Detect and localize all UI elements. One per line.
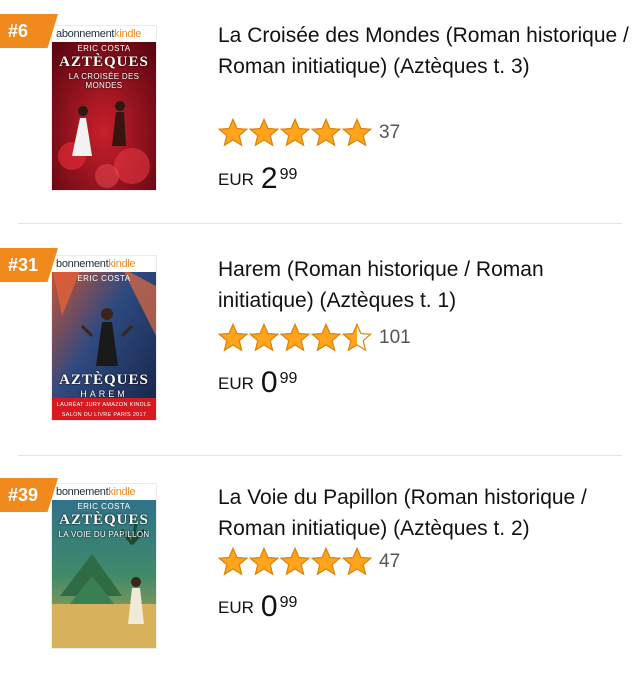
star-full-icon <box>249 547 279 576</box>
book-list-item[interactable]: #31 bonnementkindle ERIC COSTA AZTÈQUES … <box>0 230 640 455</box>
star-full-icon <box>311 547 341 576</box>
star-full-icon <box>311 118 341 147</box>
price-fraction: 99 <box>279 594 298 611</box>
star-rating <box>218 323 373 353</box>
price: EUR 0 99 <box>218 366 297 400</box>
divider <box>18 223 622 224</box>
cover-series: AZTÈQUES <box>59 54 149 70</box>
star-full-icon <box>218 323 248 352</box>
star-full-icon <box>218 547 248 576</box>
cover-subtitle: LA VOIE DU PAPILLON <box>58 530 150 539</box>
ku-brand: kindle <box>108 258 136 270</box>
ku-prefix: bonnement <box>56 258 109 270</box>
star-rating <box>218 118 373 148</box>
kindle-unlimited-banner: bonnementkindle <box>52 484 156 500</box>
price-whole: 0 <box>260 590 278 623</box>
price-fraction: 99 <box>279 370 298 387</box>
price: EUR 0 99 <box>218 590 297 624</box>
price-currency: EUR <box>218 374 254 393</box>
rating-row[interactable]: 47 <box>218 546 400 578</box>
cover-author: ERIC COSTA <box>77 44 131 53</box>
book-list-item[interactable]: #39 bonnementkindle ERIC COSTA AZTÈQUES … <box>0 460 640 685</box>
price-currency: EUR <box>218 170 254 189</box>
book-cover[interactable]: bonnementkindle ERIC COSTA AZTÈQUES LA V… <box>52 484 156 648</box>
star-full-icon <box>280 118 310 147</box>
price: EUR 2 99 <box>218 162 297 196</box>
star-full-icon <box>249 118 279 147</box>
book-title-link[interactable]: La Croisée des Mondes (Roman historique … <box>218 20 630 82</box>
rank-badge: #6 <box>0 14 58 48</box>
cover-subtitle: LA CROISÉE DES MONDES <box>68 72 140 90</box>
cover-award-banner: LAURÉAT JURY AMAZON KINDLE SALON DU LIVR… <box>52 398 156 420</box>
ku-brand: kindle <box>114 28 142 40</box>
book-cover[interactable]: abonnementkindle ERIC COSTA AZTÈQUES LA … <box>52 26 156 190</box>
price-whole: 0 <box>260 366 278 399</box>
star-full-icon <box>311 323 341 352</box>
rating-count[interactable]: 101 <box>379 327 411 349</box>
cover-author: ERIC COSTA <box>77 274 131 283</box>
price-fraction: 99 <box>279 166 298 183</box>
star-full-icon <box>280 547 310 576</box>
star-full-icon <box>249 323 279 352</box>
star-full-icon <box>280 323 310 352</box>
star-full-icon <box>342 547 372 576</box>
star-full-icon <box>342 118 372 147</box>
book-list-item[interactable]: #6 abonnementkindle ERIC COSTA AZTÈQUES … <box>0 0 640 225</box>
kindle-unlimited-banner: bonnementkindle <box>52 256 156 272</box>
rank-badge: #31 <box>0 248 58 282</box>
book-title-link[interactable]: Harem (Roman historique / Roman initiati… <box>218 254 630 316</box>
star-half-icon <box>342 323 372 352</box>
rating-row[interactable]: 101 <box>218 322 411 354</box>
star-full-icon <box>218 118 248 147</box>
ku-prefix: abonnement <box>56 28 115 40</box>
rating-count[interactable]: 47 <box>379 551 400 573</box>
kindle-unlimited-banner: abonnementkindle <box>52 26 156 42</box>
rank-badge: #39 <box>0 478 58 512</box>
book-title-link[interactable]: La Voie du Papillon (Roman historique / … <box>218 482 630 544</box>
divider <box>18 455 622 456</box>
ku-prefix: bonnement <box>56 486 109 498</box>
price-whole: 2 <box>260 162 278 195</box>
cover-series: AZTÈQUES <box>59 512 149 528</box>
cover-author: ERIC COSTA <box>77 502 131 511</box>
cover-series: AZTÈQUES <box>59 372 149 388</box>
ku-brand: kindle <box>108 486 136 498</box>
rating-count[interactable]: 37 <box>379 122 400 144</box>
book-cover[interactable]: bonnementkindle ERIC COSTA AZTÈQUES HARE… <box>52 256 156 420</box>
rating-row[interactable]: 37 <box>218 117 400 149</box>
star-rating <box>218 547 373 577</box>
price-currency: EUR <box>218 598 254 617</box>
